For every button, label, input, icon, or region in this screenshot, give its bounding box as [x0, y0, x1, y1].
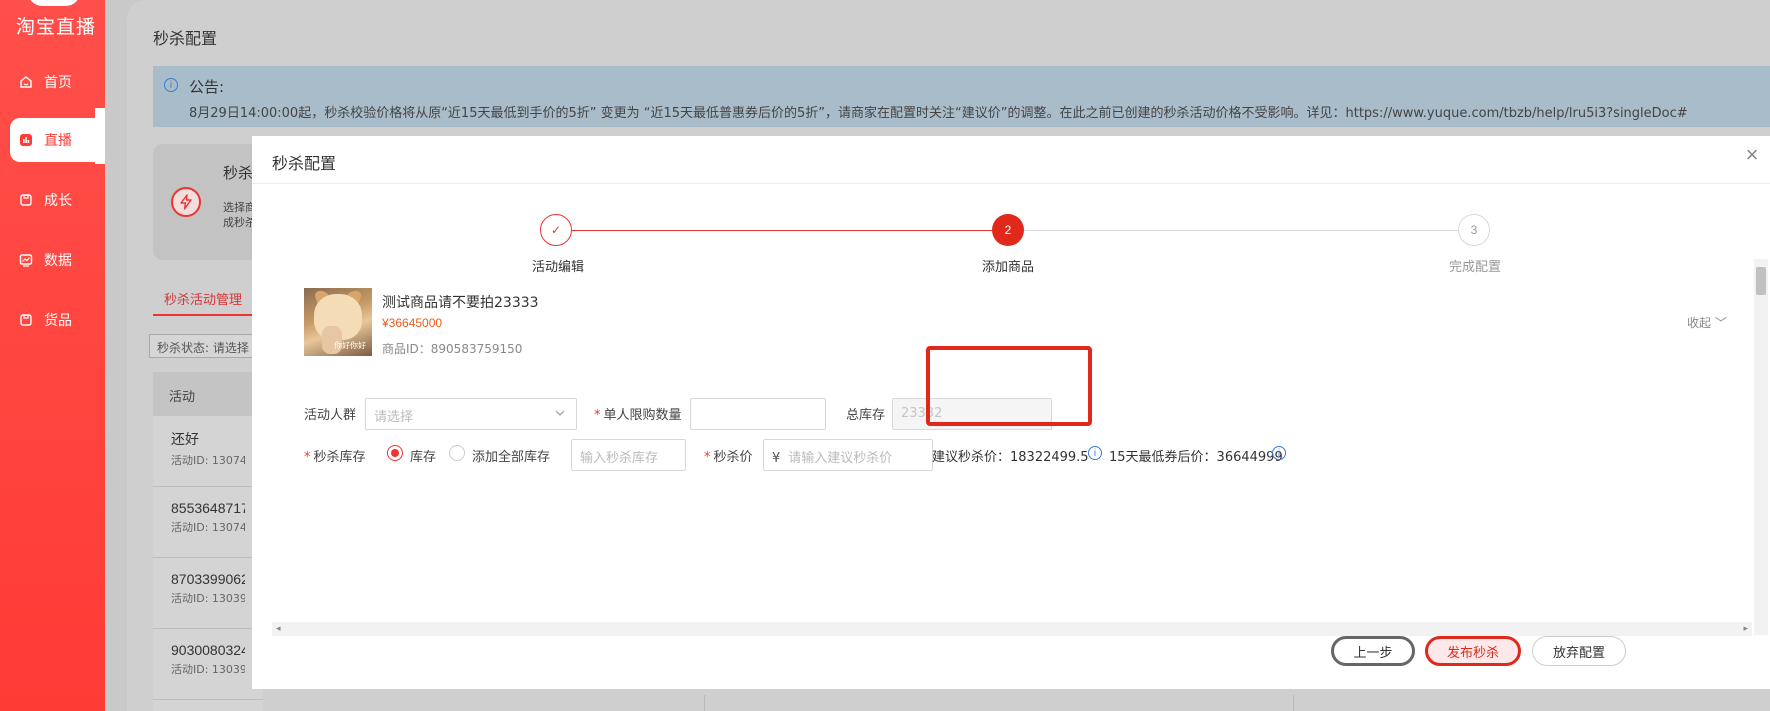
logo-mark — [28, 0, 80, 6]
total-stock-label: 总库存 — [846, 408, 886, 423]
product-image: 你好你好 — [304, 288, 372, 356]
lowest-price: 15天最低券后价：36644999 — [1109, 450, 1283, 465]
table-row[interactable]: 8703399062 活动ID: 13039 — [153, 558, 263, 629]
table-row[interactable]: 9030080324 活动ID: 13039 — [153, 629, 263, 700]
card-title: 秒杀 — [223, 164, 254, 182]
sidebar-item-label: 首页 — [44, 75, 72, 91]
audience-select[interactable]: 请选择 — [365, 398, 577, 430]
horizontal-scrollbar[interactable]: ◂ ▸ — [272, 622, 1752, 636]
seckill-stock-input[interactable]: 输入秒杀库存 — [571, 439, 686, 471]
activity-name: 8553648717 — [171, 500, 245, 516]
sidebar-item-label: 货品 — [44, 313, 72, 329]
activity-id: 活动ID: 13039 — [171, 592, 245, 605]
step-2-indicator: 2 — [992, 214, 1024, 246]
prev-step-button[interactable]: 上一步 — [1331, 636, 1415, 666]
sidebar: 淘宝直播 首页 直播 成长 数据 货品 — [0, 0, 105, 711]
activity-id: 活动ID: 13074 — [171, 454, 245, 467]
collapse-toggle[interactable]: 收起 ﹀ — [1687, 314, 1727, 331]
seckill-stock-label: * 秒杀库存 — [304, 450, 366, 465]
table-divider — [704, 695, 705, 711]
table-row[interactable]: 还好 活动ID: 13074 — [153, 416, 263, 487]
vertical-scrollbar[interactable] — [1754, 259, 1768, 635]
highlight-box — [926, 346, 1092, 426]
nav-notch — [95, 152, 105, 164]
info-icon[interactable]: i — [1272, 446, 1286, 460]
audience-label: 活动人群 — [304, 408, 357, 423]
table-row[interactable]: 8553648717 活动ID: 13074 — [153, 487, 263, 558]
sidebar-item-data[interactable]: 数据 — [0, 238, 105, 282]
limit-quantity-input[interactable] — [690, 398, 826, 430]
goods-icon — [18, 312, 34, 328]
seckill-price-label: * 秒杀价 — [704, 450, 753, 465]
step-connector-done — [558, 230, 992, 231]
scroll-left-icon[interactable]: ◂ — [276, 623, 281, 634]
info-icon: i — [164, 78, 178, 92]
table-header: 活动 — [153, 372, 263, 416]
seckill-intro-card: 秒杀 选择商 成秒杀 — [153, 144, 263, 260]
modal-title: 秒杀配置 — [272, 154, 337, 173]
limit-label: * 单人限购数量 — [594, 408, 682, 423]
image-caption: 你好你好 — [334, 341, 366, 350]
radio-stock-label: 库存 — [410, 450, 437, 465]
sidebar-item-live[interactable]: 直播 — [10, 118, 105, 162]
info-icon[interactable]: i — [1088, 446, 1102, 460]
scroll-thumb[interactable] — [1756, 267, 1766, 295]
sidebar-item-label: 数据 — [44, 253, 72, 269]
radio-stock[interactable] — [387, 445, 403, 461]
modal-header: 秒杀配置 × — [252, 136, 1770, 184]
growth-icon — [18, 192, 34, 208]
chart-icon — [18, 252, 34, 268]
publish-seckill-button[interactable]: 发布秒杀 — [1425, 636, 1521, 666]
radio-all-stock[interactable] — [449, 445, 465, 461]
sidebar-item-home[interactable]: 首页 — [0, 60, 105, 104]
live-icon — [18, 132, 34, 148]
suggested-price: 建议秒杀价：18322499.5 — [932, 450, 1089, 465]
product-id: 商品ID：890583759150 — [382, 342, 523, 356]
table-divider — [1293, 695, 1294, 711]
notice-banner: i 公告: 8月29日14:00:00起，秒杀校验价格将从原“近15天最低到手价… — [153, 66, 1770, 127]
step-2-label: 添加商品 — [982, 260, 1035, 275]
activity-name: 8703399062 — [171, 571, 245, 587]
step-3-label: 完成配置 — [1449, 260, 1502, 275]
radio-all-stock-label: 添加全部库存 — [472, 450, 551, 465]
abandon-config-button[interactable]: 放弃配置 — [1532, 636, 1626, 666]
status-filter[interactable]: 秒杀状态: 请选择 — [149, 334, 254, 358]
logo-text: 淘宝直播 — [16, 16, 97, 38]
notice-title: 公告: — [189, 78, 225, 96]
sidebar-item-label: 成长 — [44, 193, 72, 209]
step-3-indicator: 3 — [1458, 214, 1490, 246]
activity-table: 活动 还好 活动ID: 13074 8553648717 活动ID: 13074… — [153, 372, 263, 711]
lightning-icon — [171, 187, 201, 217]
scroll-right-icon[interactable]: ▸ — [1743, 623, 1748, 634]
sidebar-item-growth[interactable]: 成长 — [0, 178, 105, 222]
step-1-label: 活动编辑 — [532, 260, 585, 275]
step-1-check-icon: ✓ — [540, 214, 572, 246]
product-name: 测试商品请不要拍23333 — [382, 295, 539, 311]
activity-name: 9030080324 — [171, 642, 245, 658]
product-price: ¥36645000 — [382, 316, 443, 330]
close-icon[interactable]: × — [1740, 144, 1764, 168]
sidebar-item-goods[interactable]: 货品 — [0, 298, 105, 342]
step-connector-pending — [1024, 230, 1458, 231]
seckill-config-modal: 秒杀配置 × ✓ 活动编辑 2 添加商品 3 完成配置 你好你好 测试商品请不要… — [252, 136, 1770, 689]
notice-text: 8月29日14:00:00起，秒杀校验价格将从原“近15天最低到手价的5折” 变… — [189, 106, 1688, 121]
tab-seckill-management[interactable]: 秒杀活动管理 — [153, 286, 253, 316]
activity-name: 还好 — [171, 431, 199, 447]
activity-id: 活动ID: 13039 — [171, 663, 245, 676]
chevron-down-icon — [554, 407, 566, 422]
sidebar-item-label: 直播 — [44, 133, 72, 149]
activity-id: 活动ID: 13074 — [171, 521, 245, 534]
page-title: 秒杀配置 — [153, 29, 218, 48]
home-icon — [18, 74, 34, 90]
seckill-price-input[interactable]: ¥ 请输入建议秒杀价 — [763, 439, 933, 471]
currency-symbol: ¥ — [772, 451, 781, 466]
